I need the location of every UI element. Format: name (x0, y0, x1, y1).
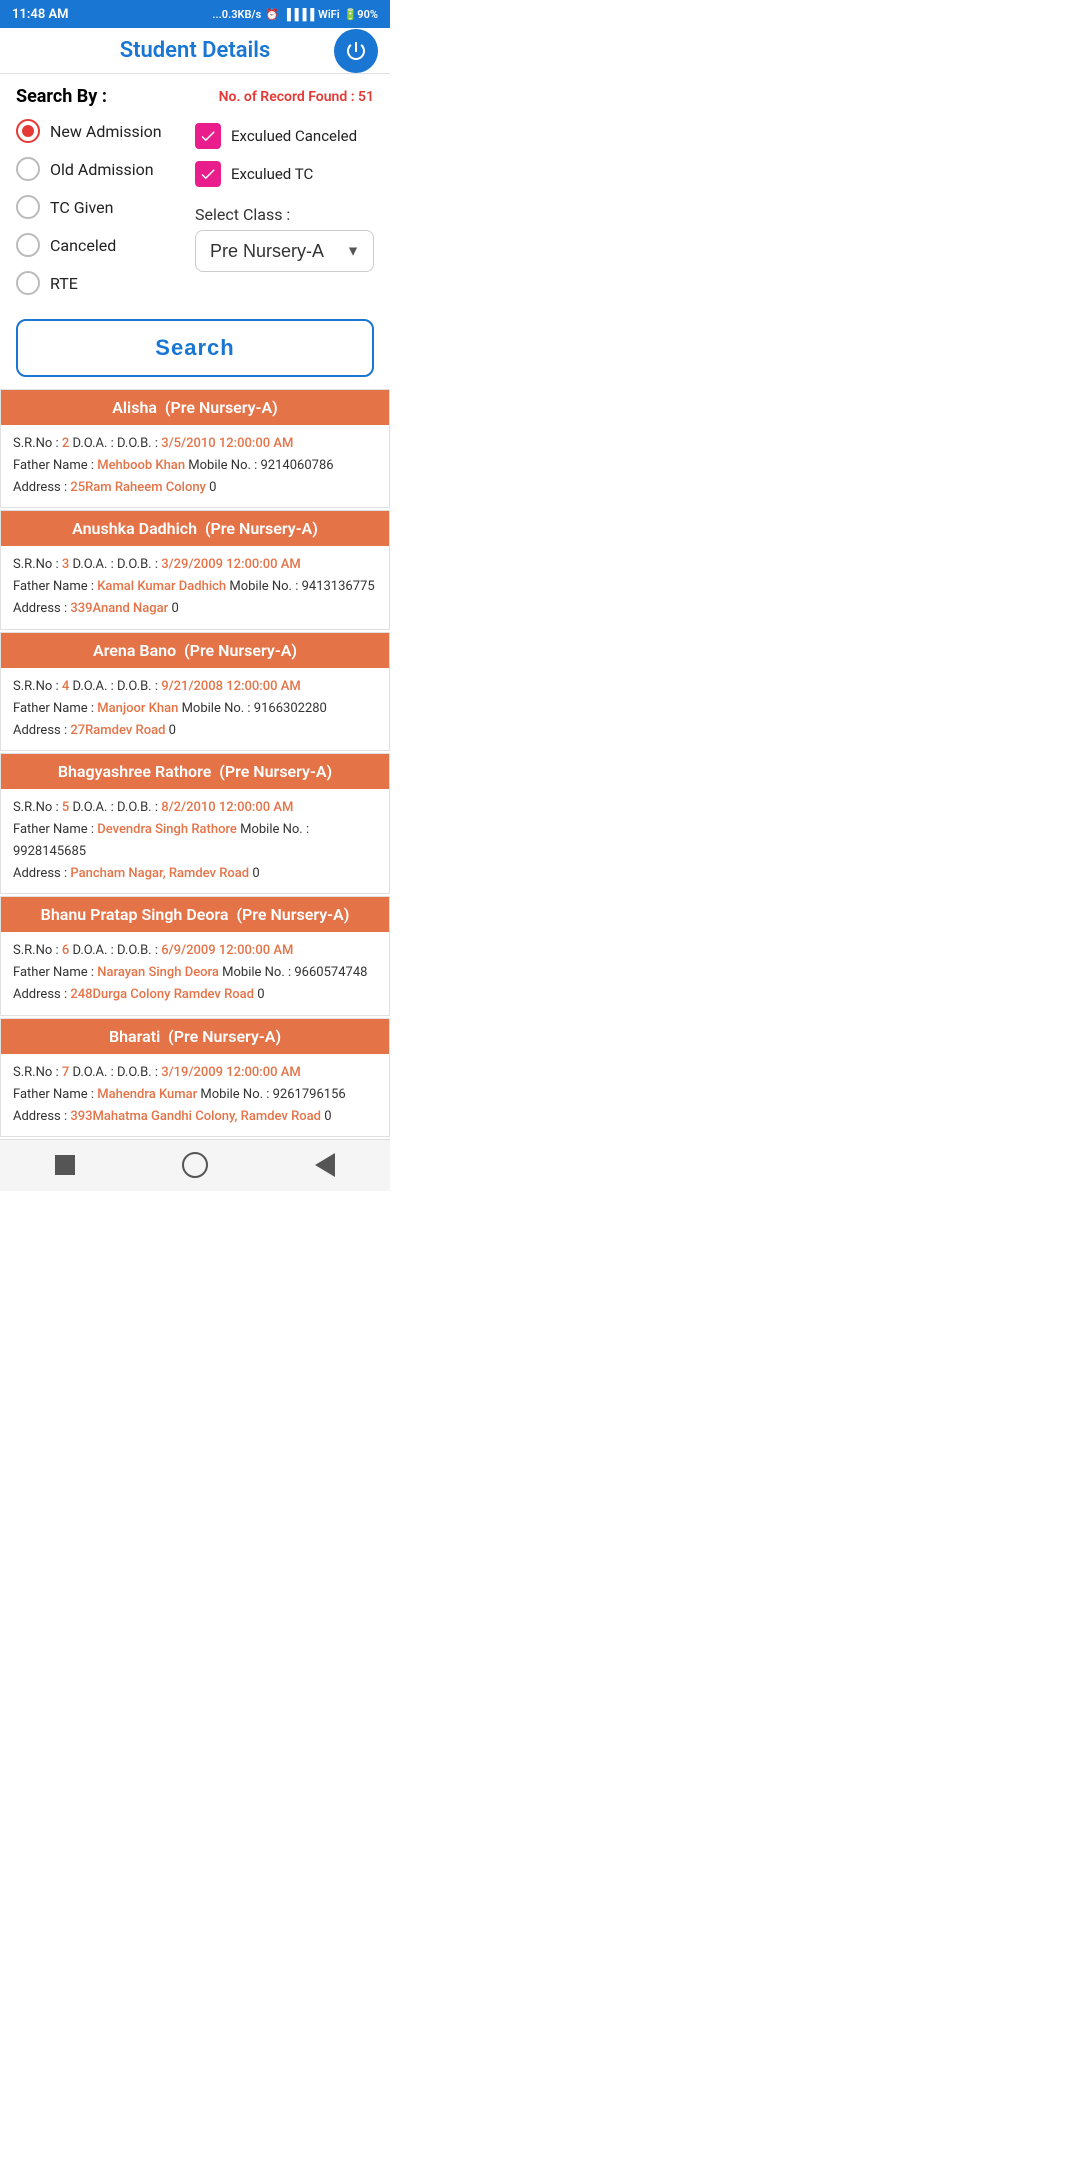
student-card[interactable]: Arena Bano (Pre Nursery-A) S.R.No : 4 D.… (0, 632, 390, 751)
page-title: Student Details (120, 38, 271, 63)
detail-address: Address : Pancham Nagar, Ramdev Road 0 (13, 863, 377, 885)
checkbox-excl-tc[interactable]: Exculued TC (195, 161, 374, 187)
radio-tc-given[interactable]: TC Given (16, 195, 195, 219)
bottom-navigation (0, 1139, 390, 1191)
check-icon-2 (199, 165, 217, 183)
time: 11:48 AM (12, 7, 69, 22)
radio-new-admission-circle (16, 119, 40, 143)
detail-father-mobile: Father Name : Manjoor Khan Mobile No. : … (13, 698, 377, 720)
student-name: Bhanu Pratap Singh Deora (Pre Nursery-A) (41, 905, 350, 924)
check-icon (199, 127, 217, 145)
student-header: Bharati (Pre Nursery-A) (1, 1019, 389, 1054)
detail-srno-dob: S.R.No : 4 D.O.A. : D.O.B. : 9/21/2008 1… (13, 676, 377, 698)
nav-home-button[interactable] (181, 1151, 209, 1179)
signal-icon: ▐▐▐▐ (283, 8, 314, 21)
detail-srno-dob: S.R.No : 7 D.O.A. : D.O.B. : 3/19/2009 1… (13, 1062, 377, 1084)
student-details: S.R.No : 4 D.O.A. : D.O.B. : 9/21/2008 1… (1, 668, 389, 750)
status-bar: 11:48 AM ...0.3KB/s ⏰ ▐▐▐▐ WiFi 🔋90% (0, 0, 390, 28)
detail-father-mobile: Father Name : Mehboob Khan Mobile No. : … (13, 455, 377, 477)
radio-old-admission[interactable]: Old Admission (16, 157, 195, 181)
student-header: Alisha (Pre Nursery-A) (1, 390, 389, 425)
student-details: S.R.No : 3 D.O.A. : D.O.B. : 3/29/2009 1… (1, 546, 389, 628)
triangle-icon (315, 1153, 335, 1177)
checkbox-column: Exculued Canceled Exculued TC Select Cla… (195, 119, 374, 295)
detail-address: Address : 25Ram Raheem Colony 0 (13, 477, 377, 499)
detail-address: Address : 339Anand Nagar 0 (13, 598, 377, 620)
detail-father-mobile: Father Name : Devendra Singh Rathore Mob… (13, 819, 377, 863)
search-header: Search By : No. of Record Found : 51 (16, 86, 374, 107)
search-by-label: Search By : (16, 86, 107, 107)
power-button[interactable] (334, 29, 378, 73)
radio-rte[interactable]: RTE (16, 271, 195, 295)
student-card[interactable]: Bhagyashree Rathore (Pre Nursery-A) S.R.… (0, 753, 390, 894)
detail-address: Address : 393Mahatma Gandhi Colony, Ramd… (13, 1106, 377, 1128)
student-details: S.R.No : 5 D.O.A. : D.O.B. : 8/2/2010 12… (1, 789, 389, 893)
student-header: Bhanu Pratap Singh Deora (Pre Nursery-A) (1, 897, 389, 932)
class-select[interactable]: Pre Nursery-A Pre Nursery-B Nursery-A Nu… (195, 230, 374, 272)
student-header: Bhagyashree Rathore (Pre Nursery-A) (1, 754, 389, 789)
checkbox-excl-tc-label: Exculued TC (231, 165, 313, 183)
status-right: ...0.3KB/s ⏰ ▐▐▐▐ WiFi 🔋90% (212, 8, 378, 21)
radio-canceled[interactable]: Canceled (16, 233, 195, 257)
checkbox-excl-canceled[interactable]: Exculued Canceled (195, 123, 374, 149)
student-name: Bharati (Pre Nursery-A) (109, 1027, 281, 1046)
checkbox-excl-tc-box (195, 161, 221, 187)
search-section: Search By : No. of Record Found : 51 New… (0, 74, 390, 303)
radio-rte-circle (16, 271, 40, 295)
student-name: Anushka Dadhich (Pre Nursery-A) (72, 519, 318, 538)
wifi-icon: WiFi (318, 8, 339, 21)
detail-father-mobile: Father Name : Kamal Kumar Dadhich Mobile… (13, 576, 377, 598)
radio-canceled-label: Canceled (50, 236, 116, 255)
radio-tc-given-label: TC Given (50, 198, 113, 217)
student-card[interactable]: Bharati (Pre Nursery-A) S.R.No : 7 D.O.A… (0, 1018, 390, 1137)
radio-new-admission-label: New Admission (50, 122, 162, 141)
square-icon (55, 1155, 75, 1175)
student-card[interactable]: Alisha (Pre Nursery-A) S.R.No : 2 D.O.A.… (0, 389, 390, 508)
detail-father-mobile: Father Name : Mahendra Kumar Mobile No. … (13, 1084, 377, 1106)
student-card[interactable]: Bhanu Pratap Singh Deora (Pre Nursery-A)… (0, 896, 390, 1015)
detail-srno-dob: S.R.No : 6 D.O.A. : D.O.B. : 6/9/2009 12… (13, 940, 377, 962)
detail-srno-dob: S.R.No : 3 D.O.A. : D.O.B. : 3/29/2009 1… (13, 554, 377, 576)
student-details: S.R.No : 7 D.O.A. : D.O.B. : 3/19/2009 1… (1, 1054, 389, 1136)
detail-srno-dob: S.R.No : 2 D.O.A. : D.O.B. : 3/5/2010 12… (13, 433, 377, 455)
student-card[interactable]: Anushka Dadhich (Pre Nursery-A) S.R.No :… (0, 510, 390, 629)
circle-icon (182, 1152, 208, 1178)
search-button[interactable]: Search (16, 319, 374, 377)
checkbox-excl-canceled-box (195, 123, 221, 149)
radio-column: New Admission Old Admission TC Given Can… (16, 119, 195, 295)
radio-old-admission-circle (16, 157, 40, 181)
detail-father-mobile: Father Name : Narayan Singh Deora Mobile… (13, 962, 377, 984)
student-list: Alisha (Pre Nursery-A) S.R.No : 2 D.O.A.… (0, 389, 390, 1137)
search-button-wrap: Search (0, 303, 390, 389)
student-header: Anushka Dadhich (Pre Nursery-A) (1, 511, 389, 546)
nav-back-button[interactable] (311, 1151, 339, 1179)
select-class-label: Select Class : (195, 205, 374, 224)
app-header: Student Details (0, 28, 390, 74)
clock-icon: ⏰ (265, 8, 279, 21)
nav-square-button[interactable] (51, 1151, 79, 1179)
radio-rte-label: RTE (50, 274, 78, 293)
power-icon (344, 39, 368, 63)
network-speed: ...0.3KB/s (212, 8, 261, 21)
checkbox-excl-canceled-label: Exculued Canceled (231, 127, 357, 145)
student-name: Bhagyashree Rathore (Pre Nursery-A) (58, 762, 332, 781)
radio-tc-given-circle (16, 195, 40, 219)
radio-canceled-circle (16, 233, 40, 257)
select-class-section: Select Class : Pre Nursery-A Pre Nursery… (195, 205, 374, 272)
battery-icon: 🔋90% (344, 8, 378, 21)
student-name: Arena Bano (Pre Nursery-A) (93, 641, 297, 660)
radio-new-admission[interactable]: New Admission (16, 119, 195, 143)
detail-srno-dob: S.R.No : 5 D.O.A. : D.O.B. : 8/2/2010 12… (13, 797, 377, 819)
class-select-wrapper: Pre Nursery-A Pre Nursery-B Nursery-A Nu… (195, 230, 374, 272)
record-count: No. of Record Found : 51 (219, 89, 374, 105)
detail-address: Address : 27Ramdev Road 0 (13, 720, 377, 742)
options-grid: New Admission Old Admission TC Given Can… (16, 119, 374, 295)
student-details: S.R.No : 2 D.O.A. : D.O.B. : 3/5/2010 12… (1, 425, 389, 507)
student-name: Alisha (Pre Nursery-A) (112, 398, 278, 417)
radio-old-admission-label: Old Admission (50, 160, 154, 179)
detail-address: Address : 248Durga Colony Ramdev Road 0 (13, 984, 377, 1006)
student-details: S.R.No : 6 D.O.A. : D.O.B. : 6/9/2009 12… (1, 932, 389, 1014)
student-header: Arena Bano (Pre Nursery-A) (1, 633, 389, 668)
